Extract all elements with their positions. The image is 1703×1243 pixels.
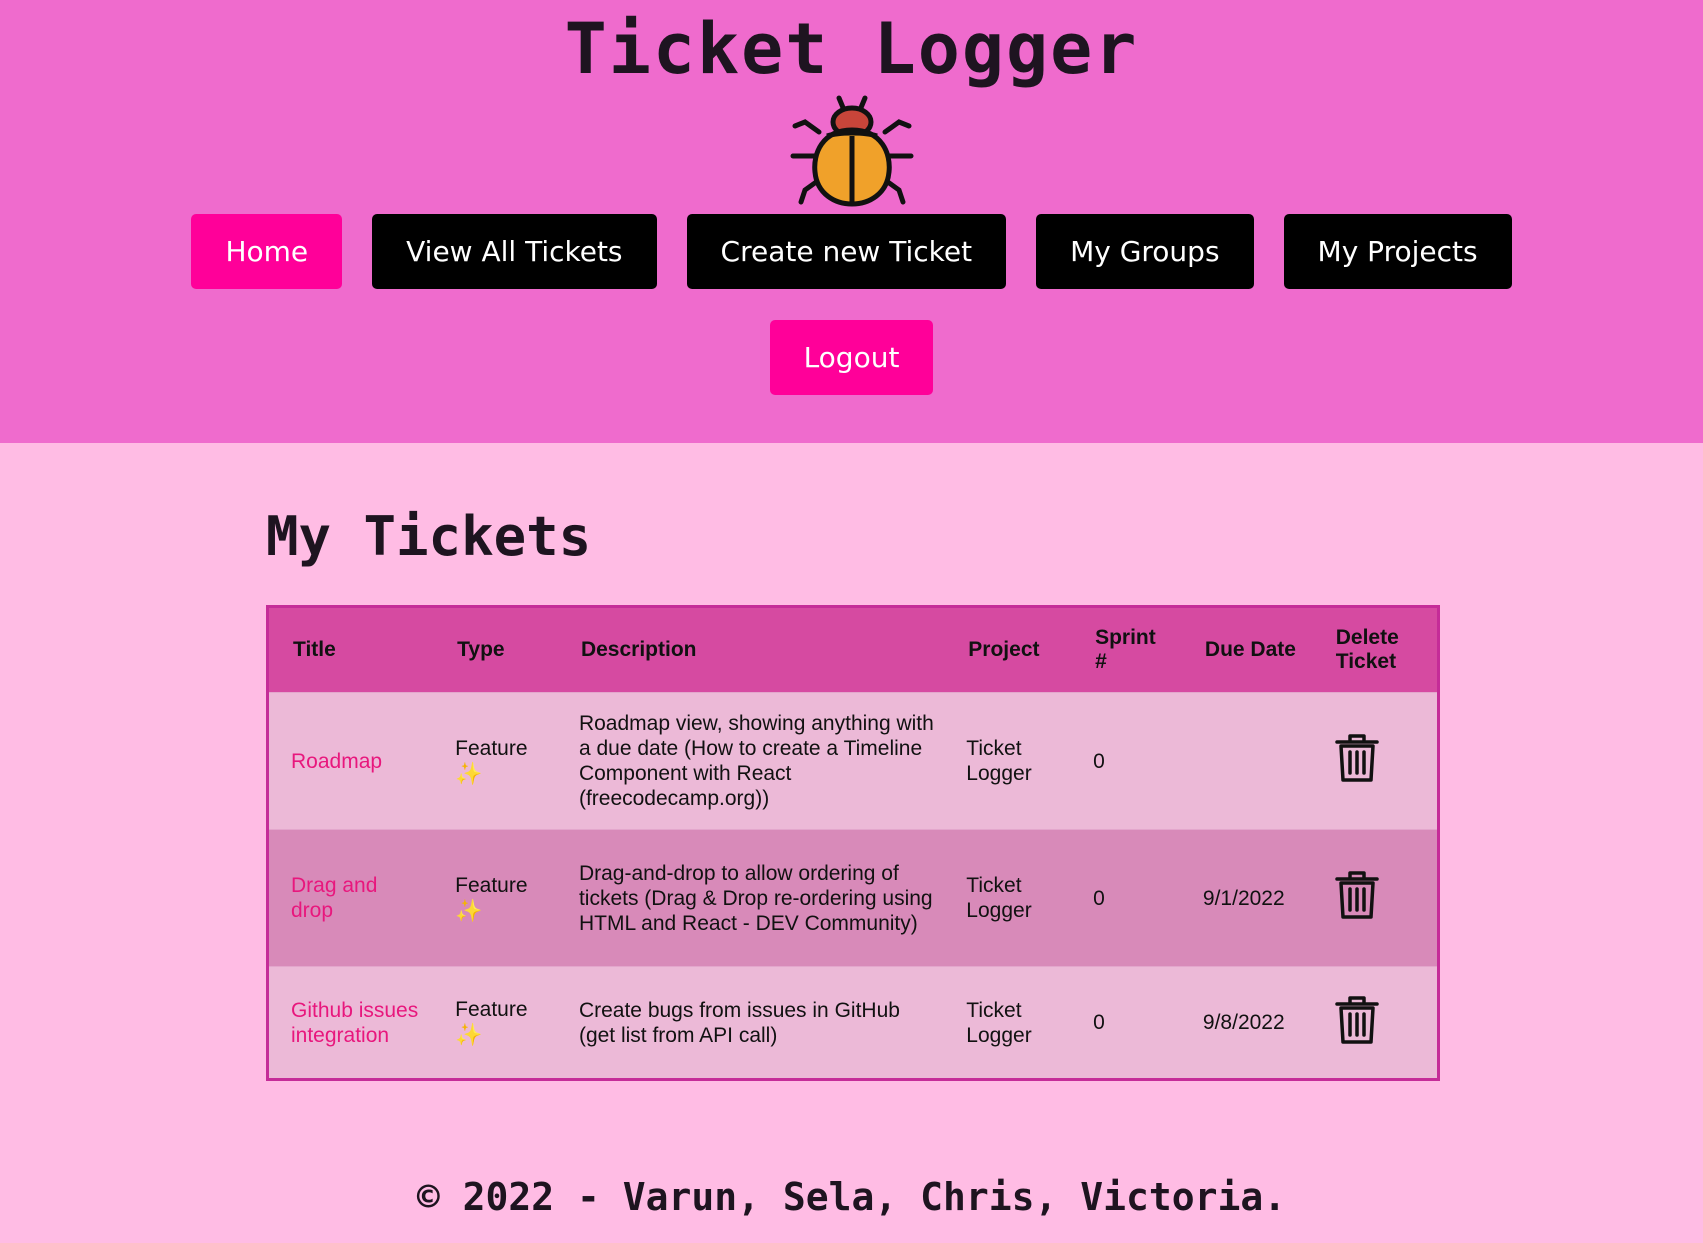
nav-my-projects-button[interactable]: My Projects bbox=[1283, 214, 1512, 289]
table-row: Roadmap Feature ✨ Roadmap view, showing a… bbox=[267, 692, 1439, 830]
app-header: Ticket Logger Home View All Tickets Crea… bbox=[0, 0, 1703, 443]
main-nav: Home View All Tickets Create new Ticket … bbox=[0, 214, 1703, 289]
column-header-sprint: Sprint # bbox=[1095, 625, 1156, 673]
ticket-due-date: 9/1/2022 bbox=[1202, 886, 1285, 910]
table-header-row: Title Type Description Project Sprint # … bbox=[267, 606, 1439, 693]
ticket-sprint: 0 bbox=[1093, 1011, 1105, 1034]
sparkles-icon: ✨ bbox=[455, 1022, 483, 1047]
trash-icon bbox=[1335, 734, 1379, 782]
logout-button[interactable]: Logout bbox=[769, 320, 934, 395]
ticket-type: Feature bbox=[455, 873, 528, 897]
ticket-title-link[interactable]: Github issues integration bbox=[291, 999, 418, 1047]
sparkles-icon: ✨ bbox=[455, 760, 483, 786]
app-title: Ticket Logger bbox=[564, 8, 1139, 90]
ticket-sprint: 0 bbox=[1093, 749, 1105, 773]
column-header-description: Description bbox=[580, 637, 697, 661]
ticket-title-link[interactable]: Drag and drop bbox=[291, 874, 377, 922]
column-header-project: Project bbox=[968, 637, 1040, 661]
delete-ticket-button[interactable] bbox=[1334, 995, 1380, 1050]
table-row: Github issues integration Feature ✨ Creat… bbox=[267, 966, 1439, 1080]
ticket-type: Feature bbox=[455, 736, 528, 760]
ticket-due-date bbox=[1181, 693, 1312, 830]
page-title: My Tickets bbox=[266, 505, 592, 568]
column-header-delete: Delete Ticket bbox=[1335, 625, 1399, 673]
nav-my-groups-button[interactable]: My Groups bbox=[1036, 214, 1254, 289]
column-header-type: Type bbox=[457, 637, 505, 661]
table-row: Drag and drop Feature ✨ Drag-and-drop to … bbox=[267, 829, 1439, 967]
ticket-sprint: 0 bbox=[1093, 886, 1105, 910]
ticket-description: Drag-and-drop to allow ordering of ticke… bbox=[578, 861, 933, 935]
delete-ticket-button[interactable] bbox=[1334, 871, 1380, 925]
footer-credits: © 2022 - Varun, Sela, Chris, Victoria. bbox=[416, 1175, 1287, 1219]
trash-icon bbox=[1335, 995, 1379, 1044]
nav-create-ticket-button[interactable]: Create new Ticket bbox=[686, 214, 1007, 289]
ladybug-icon bbox=[787, 92, 917, 210]
trash-icon bbox=[1335, 871, 1379, 919]
ticket-description: Roadmap view, showing anything with a du… bbox=[578, 712, 934, 810]
ticket-description: Create bugs from issues in GitHub (get l… bbox=[578, 998, 900, 1047]
sparkles-icon: ✨ bbox=[455, 897, 483, 923]
ticket-project: Ticket Logger bbox=[966, 998, 1032, 1047]
tickets-table: Title Type Description Project Sprint # … bbox=[266, 605, 1440, 1081]
column-header-title: Title bbox=[293, 637, 336, 661]
column-header-due-date: Due Date bbox=[1204, 637, 1296, 661]
ticket-due-date: 9/8/2022 bbox=[1202, 1011, 1285, 1034]
ticket-project: Ticket Logger bbox=[966, 737, 1032, 785]
nav-view-all-tickets-button[interactable]: View All Tickets bbox=[372, 214, 657, 289]
ticket-type: Feature bbox=[455, 998, 528, 1021]
ticket-title-link[interactable]: Roadmap bbox=[291, 750, 382, 773]
ticket-project: Ticket Logger bbox=[966, 874, 1032, 922]
nav-home-button[interactable]: Home bbox=[191, 214, 343, 289]
delete-ticket-button[interactable] bbox=[1334, 734, 1380, 788]
